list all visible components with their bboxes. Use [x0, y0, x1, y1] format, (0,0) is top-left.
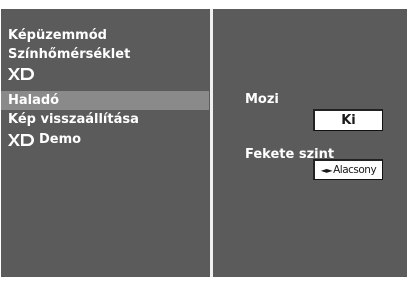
- xd-logo-icon: [8, 133, 34, 146]
- menu-item-label: Haladó: [8, 93, 60, 108]
- menu-item-xd[interactable]: [1, 64, 209, 83]
- mozi-label: Mozi: [245, 92, 279, 107]
- fekete-szint-value: Alacsony: [333, 164, 377, 176]
- menu-item-halado[interactable]: Haladó: [1, 91, 209, 110]
- mozi-value-box[interactable]: Ki: [313, 109, 383, 131]
- menu-item-szinhomerseklet[interactable]: Színhőmérséklet: [1, 45, 209, 64]
- menu-item-label: Demo: [39, 132, 82, 147]
- osd-menu-panel: Képüzemmód Színhőmérséklet Haladó Kép vi…: [1, 9, 407, 277]
- menu-item-kepuzemmod[interactable]: Képüzemmód: [1, 26, 209, 45]
- xd-logo-icon: [8, 67, 34, 80]
- menu-item-xd-demo[interactable]: Demo: [1, 130, 209, 149]
- menu-item-label: Színhőmérséklet: [8, 47, 131, 62]
- menu-item-label: Képüzemmód: [8, 28, 107, 43]
- menu-item-kep-visszaallitasa[interactable]: Kép visszaállítása: [1, 110, 209, 129]
- mozi-value: Ki: [341, 113, 356, 128]
- left-right-arrows-icon: ◄►: [320, 165, 333, 175]
- fekete-szint-value-box[interactable]: ◄► Alacsony: [313, 159, 383, 180]
- panel-divider: [210, 9, 213, 277]
- menu-item-label: Kép visszaállítása: [8, 112, 139, 127]
